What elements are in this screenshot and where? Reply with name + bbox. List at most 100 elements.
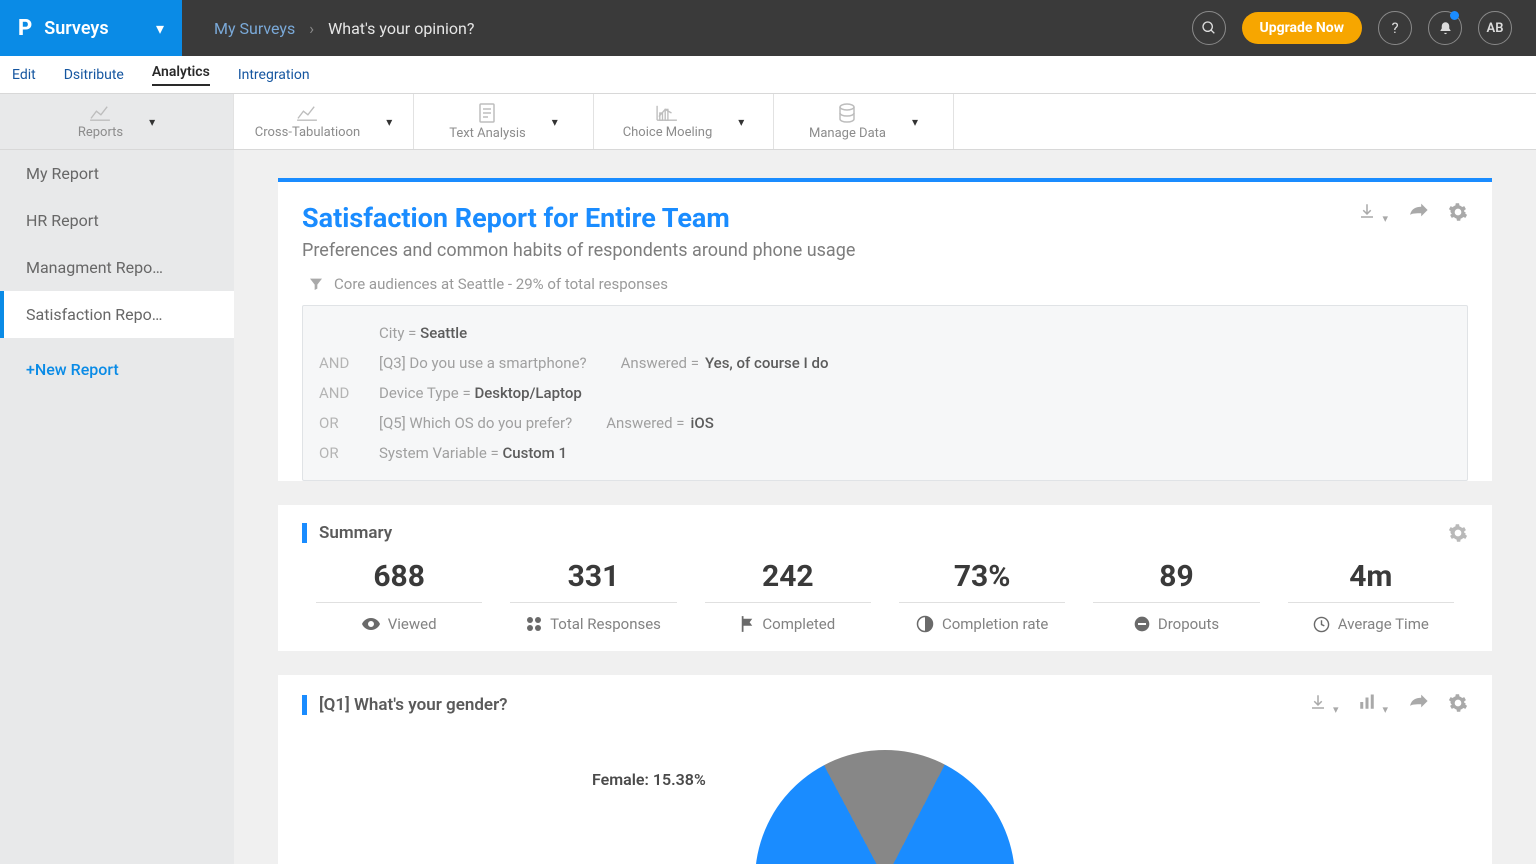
tab-integration[interactable]: Intregration — [238, 67, 310, 83]
minus-circle-icon — [1134, 616, 1150, 632]
chevron-down-icon[interactable]: ▾ — [149, 115, 155, 129]
share-button[interactable] — [1408, 202, 1428, 225]
pie-graphic — [709, 704, 1061, 864]
breadcrumb-current: What's your opinion? — [328, 19, 474, 38]
settings-button[interactable] — [1448, 523, 1468, 543]
stat-viewed: 688 Viewed — [302, 559, 496, 633]
app-logo: P — [18, 16, 32, 41]
filter-key: [Q5] Which OS do you prefer? — [379, 414, 572, 432]
settings-button[interactable] — [1448, 202, 1468, 225]
chevron-down-icon[interactable]: ▾ — [1382, 212, 1388, 225]
tab-edit[interactable]: Edit — [12, 67, 36, 83]
filter-box: City = Seattle AND [Q3] Do you use a sma… — [302, 305, 1468, 481]
stat-completed: 242 Completed — [691, 559, 885, 633]
section-accent-bar — [302, 695, 307, 715]
header-actions: Upgrade Now ? AB — [1192, 11, 1536, 45]
breadcrumb-root[interactable]: My Surveys — [214, 19, 295, 38]
filter-val: iOS — [691, 414, 714, 432]
sidebar-item-hr-report[interactable]: HR Report — [0, 197, 234, 244]
report-header-card: Satisfaction Report for Entire Team Pref… — [278, 178, 1492, 481]
toolbar-choicemodeling[interactable]: Choice Moeling ▾ — [594, 94, 774, 149]
chart-type-button[interactable] — [1358, 693, 1376, 716]
sidebar-item-management-report[interactable]: Managment Repo… — [0, 244, 234, 291]
help-button[interactable]: ? — [1378, 11, 1412, 45]
avatar[interactable]: AB — [1478, 11, 1512, 45]
stat-dropouts: 89 Dropouts — [1079, 559, 1273, 633]
gear-icon — [1448, 523, 1468, 543]
filter-row: AND Device Type = Desktop/Laptop — [319, 378, 1451, 408]
chevron-right-icon: › — [309, 19, 314, 38]
breadcrumb: My Surveys › What's your opinion? — [182, 19, 474, 38]
nav-tabs: Edit Dsitribute Analytics Intregration — [0, 56, 1536, 94]
toolbar-managedata[interactable]: Manage Data ▾ — [774, 94, 954, 149]
chart-line-icon — [296, 104, 318, 122]
share-button[interactable] — [1408, 693, 1428, 716]
brand-dropdown-icon[interactable]: ▾ — [156, 19, 164, 38]
share-icon — [1408, 693, 1428, 709]
tab-analytics[interactable]: Analytics — [152, 64, 210, 86]
filter-row: OR [Q5] Which OS do you prefer? Answered… — [319, 408, 1451, 438]
stat-label: Average Time — [1338, 615, 1429, 633]
stat-label: Completed — [762, 615, 835, 633]
toolbar-label: Reports — [78, 125, 123, 140]
chart-bar-icon — [656, 104, 678, 122]
filter-row: OR System Variable = Custom 1 — [319, 438, 1451, 468]
filter-op: OR — [319, 444, 355, 462]
filter-op: AND — [319, 384, 355, 402]
report-actions: ▾ — [1358, 202, 1468, 225]
filter-key: [Q3] Do you use a smartphone? — [379, 354, 587, 372]
sidebar-item-satisfaction-report[interactable]: Satisfaction Repo… — [0, 291, 234, 338]
filter-op: OR — [319, 414, 355, 432]
chevron-down-icon[interactable]: ▾ — [552, 115, 558, 129]
notifications-button[interactable] — [1428, 11, 1462, 45]
report-subtitle: Preferences and common habits of respond… — [302, 240, 855, 261]
filter-row: AND [Q3] Do you use a smartphone? Answer… — [319, 348, 1451, 378]
search-button[interactable] — [1192, 11, 1226, 45]
toolbar-textanalysis[interactable]: Text Analysis ▾ — [414, 94, 594, 149]
download-button[interactable] — [1358, 202, 1376, 225]
stat-value: 4m — [1288, 559, 1454, 603]
filter-key: System Variable = — [379, 444, 499, 462]
gear-icon — [1448, 693, 1468, 713]
toolbar-reports[interactable]: Reports ▾ — [0, 94, 234, 149]
filter-key: City = — [379, 324, 416, 342]
filter-op — [319, 324, 355, 342]
flag-icon — [740, 616, 754, 632]
brand[interactable]: P Surveys ▾ — [0, 0, 182, 56]
filter-key: Answered = — [621, 354, 699, 372]
new-report-button[interactable]: +New Report — [0, 346, 234, 393]
eye-icon — [362, 618, 380, 630]
section-accent-bar — [302, 523, 307, 543]
filter-op: AND — [319, 354, 355, 372]
settings-button[interactable] — [1448, 693, 1468, 716]
chevron-down-icon[interactable]: ▾ — [738, 115, 744, 129]
sidebar: My Report HR Report Managment Repo… Sati… — [0, 150, 234, 864]
tab-distribute[interactable]: Dsitribute — [64, 67, 124, 83]
toolbar-label: Text Analysis — [449, 126, 526, 141]
summary-card: Summary 688 Viewed 331 Total Responses 2… — [278, 505, 1492, 651]
stat-value: 89 — [1093, 559, 1259, 603]
toolbar-label: Manage Data — [809, 126, 886, 141]
stat-value: 242 — [705, 559, 871, 603]
toolbar-crosstab[interactable]: Cross-Tabulatioon ▾ — [234, 94, 414, 149]
filter-summary-text: Core audiences at Seattle - 29% of total… — [334, 275, 668, 293]
document-icon — [478, 103, 496, 123]
top-header: P Surveys ▾ My Surveys › What's your opi… — [0, 0, 1536, 56]
filter-row: City = Seattle — [319, 318, 1451, 348]
summary-title: Summary — [319, 523, 392, 543]
filter-val: Seattle — [420, 324, 467, 342]
gauge-icon — [916, 615, 934, 633]
chevron-down-icon[interactable]: ▾ — [1333, 703, 1339, 716]
bell-icon — [1438, 21, 1453, 36]
download-button[interactable] — [1309, 693, 1327, 716]
sidebar-item-my-report[interactable]: My Report — [0, 150, 234, 197]
download-icon — [1309, 693, 1327, 711]
stat-label: Total Responses — [550, 615, 661, 633]
search-icon — [1201, 20, 1217, 36]
chevron-down-icon[interactable]: ▾ — [1382, 703, 1388, 716]
upgrade-button[interactable]: Upgrade Now — [1242, 12, 1362, 44]
question-card-q1: [Q1] What's your gender? ▾ ▾ Female: 15.… — [278, 675, 1492, 864]
chevron-down-icon[interactable]: ▾ — [912, 115, 918, 129]
chevron-down-icon[interactable]: ▾ — [386, 115, 392, 129]
filter-val: Desktop/Laptop — [474, 384, 581, 402]
